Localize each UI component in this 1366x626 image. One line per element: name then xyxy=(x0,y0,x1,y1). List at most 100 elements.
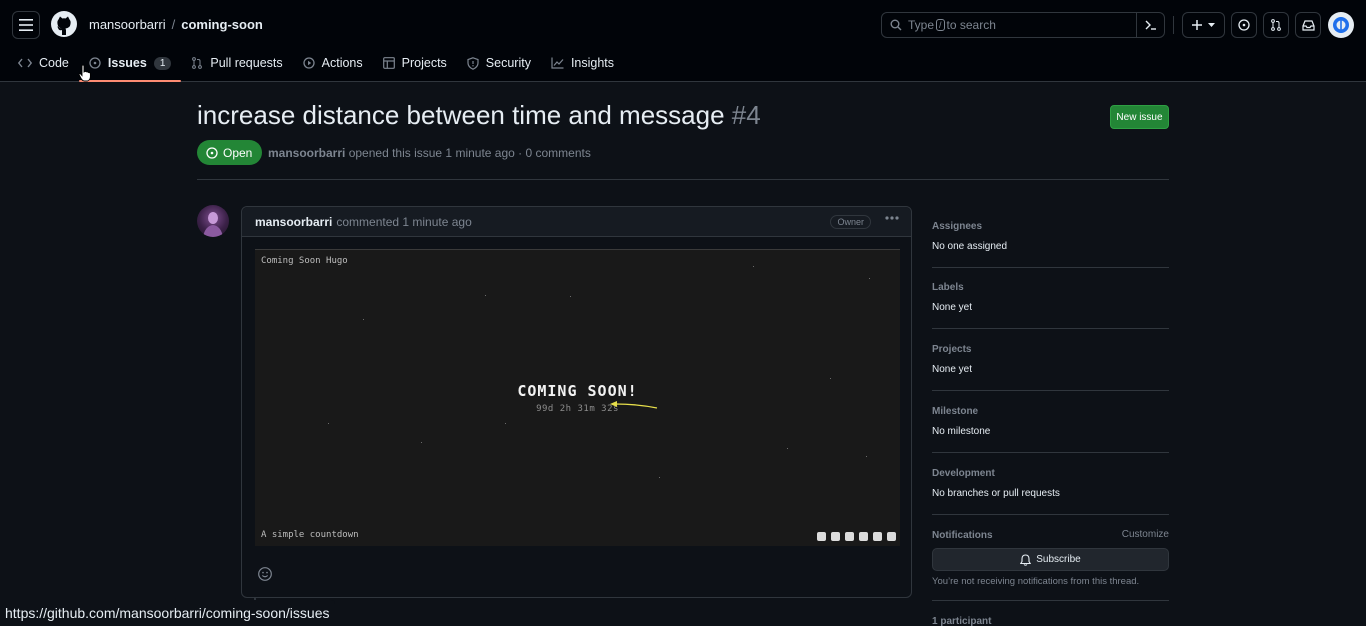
issue-state-badge: Open xyxy=(197,140,263,165)
star-dot xyxy=(328,423,329,424)
inbox-icon xyxy=(1301,19,1315,31)
sidebar-labels[interactable]: Labels None yet xyxy=(932,268,1169,329)
issue-meta-text: opened this issue 1 minute ago · 0 comme… xyxy=(348,146,591,160)
git-pull-request-icon xyxy=(192,57,203,69)
star-dot xyxy=(363,319,364,320)
owner-badge: Owner xyxy=(830,215,871,229)
star-dot xyxy=(659,477,660,478)
sidebar-value: No one assigned xyxy=(932,241,1008,252)
issue-author-link[interactable]: mansoorbarri xyxy=(268,146,345,160)
tab-label: Insights xyxy=(570,56,615,70)
star-dot xyxy=(866,456,867,457)
issue-state-label: Open xyxy=(223,145,253,160)
sidebar-label: Milestone xyxy=(932,406,979,417)
hamburger-icon xyxy=(19,19,33,31)
customize-notifications-link[interactable]: Customize xyxy=(1122,529,1169,540)
hand-cursor-icon xyxy=(78,64,91,82)
repo-nav-tabs: Code Issues 1 Pull requests Actions Proj… xyxy=(8,50,624,82)
issue-meta: mansoorbarri opened this issue 1 minute … xyxy=(268,146,591,160)
play-icon xyxy=(302,57,315,69)
owner-link[interactable]: mansoorbarri xyxy=(89,17,166,32)
plus-icon xyxy=(1192,20,1202,30)
tab-pull-requests[interactable]: Pull requests xyxy=(181,50,292,76)
terminal-icon xyxy=(1145,20,1156,30)
inbox-button[interactable] xyxy=(1295,12,1321,38)
kebab-horizontal-icon[interactable] xyxy=(885,216,899,220)
smiley-icon[interactable] xyxy=(257,566,273,582)
issues-shortcut-button[interactable] xyxy=(1231,12,1257,38)
sidebar-label: Assignees xyxy=(932,221,983,232)
table-icon xyxy=(382,57,395,69)
sidebar-assignees[interactable]: Assignees No one assigned xyxy=(932,212,1169,268)
header-divider xyxy=(1173,16,1174,34)
sidebar-value: No branches or pull requests xyxy=(932,488,1060,499)
tab-issues[interactable]: Issues 1 xyxy=(78,50,182,82)
social-icons xyxy=(817,532,896,541)
menu-button[interactable] xyxy=(12,11,40,39)
sidebar-value: No milestone xyxy=(932,426,991,437)
tab-code[interactable]: Code xyxy=(8,50,79,76)
screenshot-headline: COMING SOON! xyxy=(517,382,638,400)
tab-projects[interactable]: Projects xyxy=(373,50,457,76)
comment-timestamp[interactable]: commented 1 minute ago xyxy=(336,215,471,229)
star-dot xyxy=(787,448,788,449)
tab-actions[interactable]: Actions xyxy=(293,50,373,76)
search-suffix: to search xyxy=(946,18,996,32)
pull-requests-shortcut-button[interactable] xyxy=(1263,12,1289,38)
star-dot xyxy=(421,442,422,443)
attached-screenshot[interactable]: Coming Soon Hugo COMING SOON! 99d 2h 31m… xyxy=(255,249,900,546)
sidebar-milestone[interactable]: Milestone No milestone xyxy=(932,391,1169,453)
twitter-icon xyxy=(831,532,840,541)
tab-insights[interactable]: Insights xyxy=(541,50,624,76)
issue-sidebar: Assignees No one assigned Labels None ye… xyxy=(932,212,1169,626)
new-issue-button[interactable]: New issue xyxy=(1110,105,1169,129)
search-prefix: Type xyxy=(908,18,935,32)
tab-label: Actions xyxy=(321,56,363,70)
tab-label: Security xyxy=(485,56,531,70)
tab-security[interactable]: Security xyxy=(457,50,541,76)
screenshot-tagline: A simple countdown xyxy=(261,530,359,540)
sidebar-value: None yet xyxy=(932,302,973,313)
code-icon xyxy=(18,58,32,68)
header-divider-line xyxy=(197,179,1169,180)
sidebar-value: None yet xyxy=(932,364,973,375)
tab-label: Pull requests xyxy=(210,56,283,70)
star-dot xyxy=(485,295,486,296)
screenshot-countdown: 99d 2h 31m 32s xyxy=(536,404,619,414)
issues-count-badge: 1 xyxy=(153,56,172,70)
search-input[interactable]: Type / to search xyxy=(881,12,1165,38)
star-dot xyxy=(753,266,754,267)
shield-icon xyxy=(467,56,479,70)
tiktok-icon xyxy=(887,532,896,541)
breadcrumb: mansoorbarri / coming-soon xyxy=(89,17,263,32)
bell-icon xyxy=(1020,553,1032,566)
subscribe-button[interactable]: Subscribe xyxy=(932,548,1169,571)
annotation-arrow-icon xyxy=(610,401,658,409)
issue-opened-icon xyxy=(1238,19,1250,31)
avatar-pattern-icon xyxy=(1333,17,1349,33)
issue-title-text: increase distance between time and messa… xyxy=(197,100,725,130)
link-preview-status: https://github.com/mansoorbarri/coming-s… xyxy=(0,600,336,626)
create-new-button[interactable] xyxy=(1182,12,1225,38)
star-dot xyxy=(869,278,870,279)
app-header: mansoorbarri / coming-soon Type / to sea… xyxy=(0,0,1366,82)
instagram-icon xyxy=(873,532,882,541)
comment-author-link[interactable]: mansoorbarri xyxy=(255,215,332,229)
repo-link[interactable]: coming-soon xyxy=(181,17,263,32)
star-dot xyxy=(505,423,506,424)
sidebar-projects[interactable]: Projects None yet xyxy=(932,329,1169,391)
issue-opened-icon xyxy=(206,146,218,159)
search-icon xyxy=(890,19,902,31)
user-avatar[interactable] xyxy=(1328,12,1354,38)
triangle-down-icon xyxy=(1208,23,1215,27)
command-palette-button[interactable] xyxy=(1136,13,1164,37)
sidebar-development[interactable]: Development No branches or pull requests xyxy=(932,453,1169,515)
avatar-portrait-icon xyxy=(203,212,223,237)
graph-icon xyxy=(551,57,564,69)
comment-author-avatar[interactable] xyxy=(197,205,229,237)
star-dot xyxy=(570,296,571,297)
mail-icon xyxy=(817,532,826,541)
github-logo-icon[interactable] xyxy=(51,11,77,37)
participants-label: 1 participant xyxy=(932,616,992,626)
facebook-icon xyxy=(845,532,854,541)
